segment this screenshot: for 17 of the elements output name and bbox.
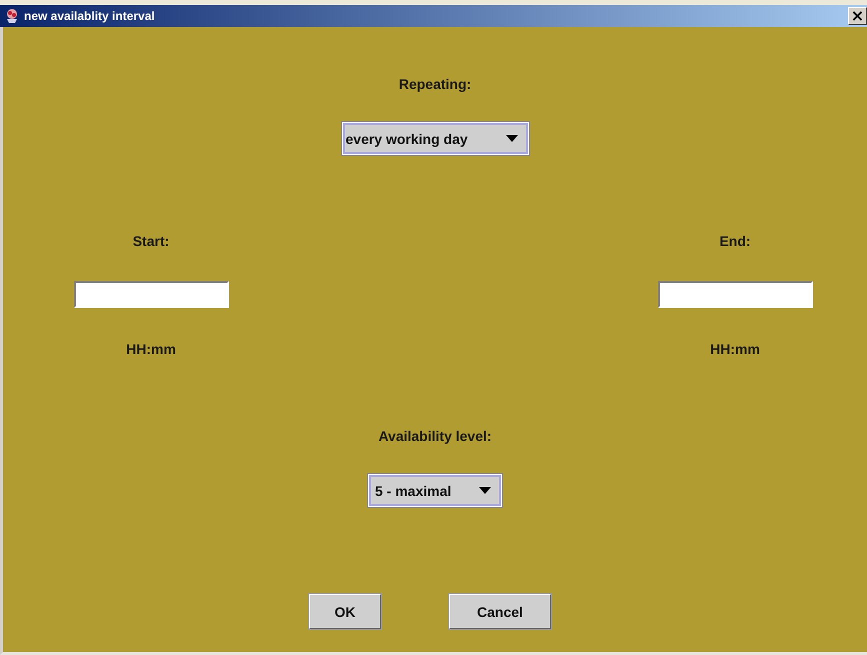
app-icon bbox=[4, 8, 20, 24]
end-label: End: bbox=[719, 233, 751, 249]
end-format-label: HH:mm bbox=[710, 341, 760, 357]
start-time-field[interactable] bbox=[74, 281, 228, 308]
close-button[interactable]: × bbox=[848, 7, 867, 25]
start-label: Start: bbox=[132, 233, 170, 249]
ok-button[interactable]: OK bbox=[309, 594, 381, 629]
repeating-label: Repeating: bbox=[398, 76, 472, 92]
availability-label: Availability level: bbox=[378, 428, 492, 444]
cancel-button[interactable]: Cancel bbox=[449, 594, 551, 629]
availability-dropdown[interactable]: 5 - maximal bbox=[368, 474, 502, 507]
caret-icon bbox=[506, 135, 518, 142]
window-title: new availablity interval bbox=[24, 9, 156, 23]
end-time-field[interactable] bbox=[658, 281, 812, 308]
caret-icon bbox=[479, 487, 491, 494]
start-format-label: HH:mm bbox=[126, 341, 176, 357]
repeating-dropdown[interactable]: every working day bbox=[342, 122, 528, 155]
